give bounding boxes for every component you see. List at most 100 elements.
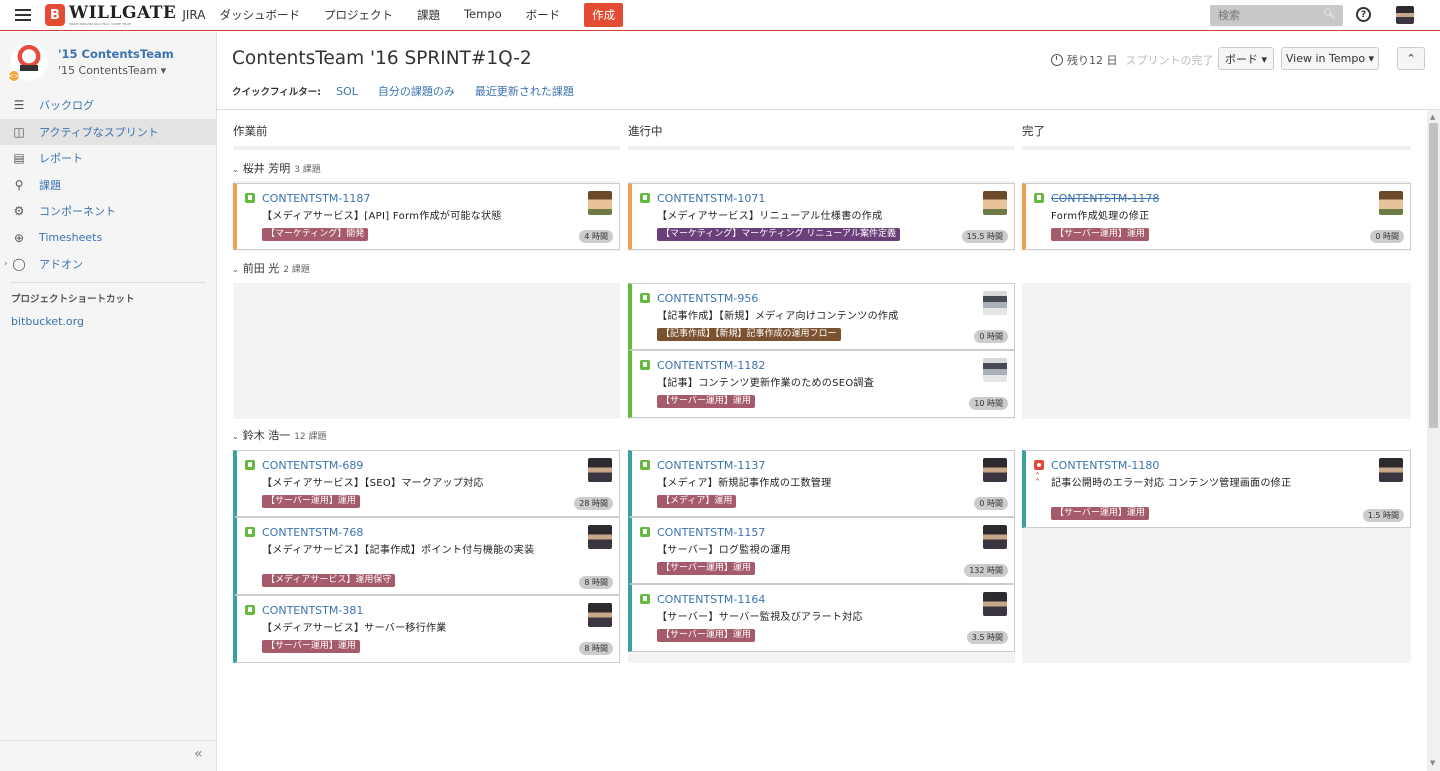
report-icon: ▤ (13, 151, 25, 166)
quick-filters: クイックフィルター: SOL 自分の課題のみ 最近更新された課題 (232, 83, 594, 99)
remaining-days: 残り12 日 (1067, 54, 1118, 67)
issue-key[interactable]: CONTENTSTM-1137 (657, 459, 765, 472)
search-box[interactable]: 🔍︎ (1210, 5, 1343, 26)
story-type-icon (640, 527, 650, 537)
issue-card[interactable]: CONTENTSTM-689 【メディアサービス】【SEO】マークアップ対応 【… (233, 450, 620, 517)
quick-filter-recently-updated[interactable]: 最近更新された課題 (475, 83, 574, 99)
issue-summary: 記事公開時のエラー対応 コンテンツ管理画面の修正 (1051, 478, 1292, 489)
assignee-avatar[interactable] (1379, 191, 1403, 215)
collapse-sidebar-icon[interactable]: « (194, 746, 203, 762)
issue-key[interactable]: CONTENTSTM-381 (262, 604, 363, 617)
scroll-up-icon[interactable]: ▲ (1430, 113, 1435, 121)
assignee-avatar[interactable] (983, 291, 1007, 315)
issue-key[interactable]: CONTENTSTM-1164 (657, 593, 765, 606)
issue-summary: 【メディアサービス】リニューアル仕様書の作成 (657, 211, 883, 222)
issue-key[interactable]: CONTENTSTM-1157 (657, 526, 765, 539)
sidebar-item-timesheets[interactable]: ⊕ Timesheets (0, 225, 216, 252)
nav-issues[interactable]: 課題 (417, 7, 440, 23)
issue-card[interactable]: CONTENTSTM-1187 【メディアサービス】[API] Form作成が可… (233, 183, 620, 250)
issue-key[interactable]: CONTENTSTM-689 (262, 459, 363, 472)
sidebar-item-addons[interactable]: › ◯ アドオン (0, 251, 216, 278)
issue-card[interactable]: CONTENTSTM-768 【メディアサービス】【記事作成】ポイント付与機能の… (233, 517, 620, 595)
sidebar-item-label: アクティブなスプリント (39, 125, 159, 139)
menu-icon[interactable] (15, 9, 31, 21)
assignee-avatar[interactable] (588, 525, 612, 549)
assignee-avatar[interactable] (983, 592, 1007, 616)
issue-card[interactable]: CONTENTSTM-381 【メディアサービス】サーバー移行作業 【サーバー運… (233, 595, 620, 663)
sidebar-item-reports[interactable]: ▤ レポート (0, 145, 216, 172)
story-type-icon (640, 594, 650, 604)
user-avatar[interactable] (1396, 6, 1414, 24)
create-button[interactable]: 作成 (584, 3, 624, 27)
complete-sprint-button[interactable]: スプリントの完了 (1126, 52, 1214, 68)
issue-key[interactable]: CONTENTSTM-768 (262, 526, 363, 539)
swimlane-header[interactable]: ⌄ 鈴木 浩一 12 課題 (232, 427, 327, 443)
assignee-avatar[interactable] (588, 191, 612, 215)
issue-card[interactable]: CONTENTSTM-1178 Form作成処理の修正 【サーバー運用】運用 0… (1022, 183, 1411, 250)
scrollbar-thumb[interactable] (1429, 123, 1438, 428)
company-logo[interactable]: B WILLGATE MAKE INDIVIDUALS WILL COME TR… (45, 4, 176, 26)
issue-card[interactable]: CONTENTSTM-1137 【メディア】新規記事作成の工数管理 【メディア】… (628, 450, 1015, 517)
assignee-avatar[interactable] (983, 358, 1007, 382)
board-divider (217, 109, 1440, 110)
assignee-avatar[interactable] (588, 603, 612, 627)
page-title: ContentsTeam '16 SPRINT#1Q-2 (232, 48, 532, 69)
issue-card[interactable]: ˄ ˄ CONTENTSTM-1180 記事公開時のエラー対応 コンテンツ管理画面… (1022, 450, 1411, 528)
scroll-down-icon[interactable]: ▼ (1430, 759, 1435, 767)
board-scrollbar[interactable]: ▲ ▼ (1427, 110, 1440, 771)
assignee-avatar[interactable] (588, 458, 612, 482)
sprint-remaining: 残り12 日 スプリントの完了 (1051, 52, 1214, 68)
nav-projects[interactable]: プロジェクト (324, 7, 393, 23)
nav-boards[interactable]: ボード (526, 7, 561, 23)
column-header-bar (233, 146, 620, 150)
sidebar-item-label: アドオン (39, 258, 83, 272)
issue-key[interactable]: CONTENTSTM-1187 (262, 192, 370, 205)
issue-card[interactable]: CONTENTSTM-1157 【サーバー】ログ監視の運用 【サーバー運用】運用… (628, 517, 1015, 584)
story-type-icon (640, 293, 650, 303)
shortcut-bitbucket-link[interactable]: bitbucket.org (11, 315, 84, 328)
sidebar-item-active-sprint[interactable]: ◫ アクティブなスプリント (0, 118, 216, 145)
swimlane-name: 前田 光 (242, 262, 280, 275)
board-menu-button[interactable]: ボード ▾ (1218, 47, 1274, 70)
search-input[interactable] (1218, 9, 1318, 22)
issue-summary: 【メディアサービス】【記事作成】ポイント付与機能の実装 (262, 545, 535, 556)
story-type-icon (640, 360, 650, 370)
time-estimate-badge: 10 時間 (969, 397, 1008, 410)
search-icon[interactable]: 🔍︎ (1323, 9, 1336, 20)
sidebar-item-backlog[interactable]: ☰ バックログ (0, 92, 216, 119)
view-in-tempo-button[interactable]: View in Tempo ▾ (1281, 47, 1379, 70)
quick-filter-my-issues[interactable]: 自分の課題のみ (378, 83, 455, 99)
issue-card[interactable]: CONTENTSTM-1071 【メディアサービス】リニューアル仕様書の作成 【… (628, 183, 1015, 250)
issue-key[interactable]: CONTENTSTM-1178 (1051, 192, 1159, 205)
issue-card[interactable]: CONTENTSTM-1182 【記事】コンテンツ更新作業のためのSEO調査 【… (628, 350, 1015, 418)
time-estimate-badge: 0 時間 (974, 330, 1008, 343)
issue-key[interactable]: CONTENTSTM-1180 (1051, 459, 1159, 472)
time-estimate-badge: 28 時間 (574, 497, 613, 510)
assignee-avatar[interactable] (983, 458, 1007, 482)
swimlane-header[interactable]: ⌄ 前田 光 2 課題 (232, 260, 310, 276)
swimlane-header[interactable]: ⌄ 桜井 芳明 3 課題 (232, 160, 321, 176)
quick-filter-sol[interactable]: SOL (336, 85, 358, 98)
nav-tempo[interactable]: Tempo (464, 7, 502, 23)
logo-tagline: MAKE INDIVIDUALS WILL COME TRUE (69, 21, 132, 26)
issue-key[interactable]: CONTENTSTM-1182 (657, 359, 765, 372)
issue-key[interactable]: CONTENTSTM-956 (657, 292, 758, 305)
board-selector[interactable]: '15 ContentsTeam ▾ (58, 64, 166, 77)
story-type-icon (245, 460, 255, 470)
issue-key[interactable]: CONTENTSTM-1071 (657, 192, 765, 205)
sidebar-item-components[interactable]: ⚙ コンポーネント (0, 198, 216, 225)
chevron-down-icon: ⌄ (232, 265, 239, 274)
sidebar-item-label: コンポーネント (39, 205, 116, 219)
nav-dashboard[interactable]: ダッシュボード (219, 7, 300, 23)
assignee-avatar[interactable] (1379, 458, 1403, 482)
assignee-avatar[interactable] (983, 191, 1007, 215)
expand-header-button[interactable]: ⌃ (1397, 47, 1425, 70)
chevron-right-icon: › (4, 259, 8, 269)
issue-summary: 【メディア】新規記事作成の工数管理 (657, 478, 832, 489)
sidebar-item-issues[interactable]: ⚲ 課題 (0, 172, 216, 199)
help-icon[interactable]: ? (1356, 7, 1371, 22)
assignee-avatar[interactable] (983, 525, 1007, 549)
issue-card[interactable]: CONTENTSTM-1164 【サーバー】サーバー監視及びアラート対応 【サー… (628, 584, 1015, 652)
issue-card[interactable]: CONTENTSTM-956 【記事作成】【新規】メディア向けコンテンツの作成 … (628, 283, 1015, 350)
project-name[interactable]: '15 ContentsTeam (58, 47, 174, 61)
